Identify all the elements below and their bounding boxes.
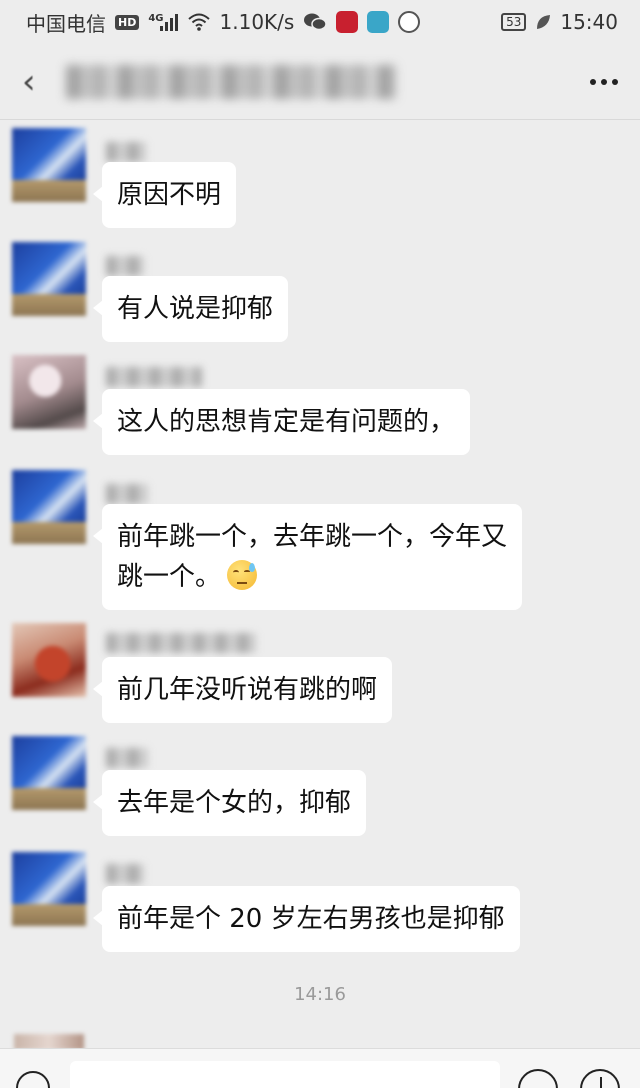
message-text: 这人的思想肯定是有问题的， xyxy=(117,407,456,437)
message-bubble[interactable]: 去年是个女的，抑郁 xyxy=(92,770,367,836)
sender-name-redacted xyxy=(106,633,256,653)
clock: 15:40 xyxy=(560,10,618,34)
message-bubble[interactable]: 前年跳一个，去年跳一个，今年又 跳一个。 xyxy=(92,504,523,610)
status-left: 中国电信 HD 4G 1.10K/s xyxy=(26,8,421,37)
leaf-icon xyxy=(537,15,551,29)
emoji-icon[interactable] xyxy=(518,1069,558,1088)
back-icon[interactable]: ‹ xyxy=(22,62,52,102)
status-right: 53 15:40 xyxy=(501,10,618,34)
message-text: 前几年没听说有跳的啊 xyxy=(117,675,378,705)
message-bubble[interactable]: 这人的思想肯定是有问题的， xyxy=(92,389,471,455)
message-text: 原因不明 xyxy=(117,180,222,210)
sweat-smile-emoji-icon xyxy=(227,560,258,590)
message-timestamp: 14:16 xyxy=(294,984,346,1005)
app-icon xyxy=(367,11,390,33)
message-text: 去年是个女的，抑郁 xyxy=(117,788,352,818)
sender-name-redacted xyxy=(106,484,148,504)
shield-app-icon xyxy=(398,11,421,33)
avatar[interactable] xyxy=(12,736,86,810)
sender-name-redacted xyxy=(106,748,148,768)
network-type: 4G xyxy=(148,13,164,24)
voice-icon[interactable] xyxy=(16,1071,50,1088)
input-bar xyxy=(0,1048,640,1088)
wechat-icon xyxy=(304,13,328,31)
sender-name-redacted xyxy=(106,367,202,387)
battery-icon: 53 xyxy=(501,13,527,31)
avatar[interactable] xyxy=(12,242,86,316)
avatar[interactable] xyxy=(12,852,86,926)
avatar[interactable] xyxy=(12,623,86,697)
more-options-icon[interactable] xyxy=(590,78,618,85)
network-speed: 1.10K/s xyxy=(219,10,295,34)
message-input[interactable] xyxy=(70,1061,500,1088)
message-bubble[interactable]: 前年是个 20 岁左右男孩也是抑郁 xyxy=(93,886,520,952)
message-bubble[interactable]: 有人说是抑郁 xyxy=(92,276,289,342)
message-bubble[interactable]: 原因不明 xyxy=(92,162,237,228)
message-bubble[interactable]: 前几年没听说有跳的啊 xyxy=(92,657,393,723)
wifi-icon xyxy=(187,13,210,31)
carrier-label: 中国电信 xyxy=(26,11,106,36)
sender-name-redacted xyxy=(106,142,146,162)
status-bar: 中国电信 HD 4G 1.10K/s 53 15:40 xyxy=(0,0,640,44)
chat-title-redacted xyxy=(66,64,396,99)
message-text-line2: 跳一个。 xyxy=(117,562,222,592)
huawei-app-icon xyxy=(336,11,359,33)
sender-name-redacted xyxy=(106,256,144,276)
message-text-line1: 前年跳一个，去年跳一个，今年又 xyxy=(117,522,508,552)
sender-name-redacted xyxy=(106,864,144,884)
avatar[interactable] xyxy=(12,128,86,202)
signal-icon: 4G xyxy=(148,13,178,31)
avatar[interactable] xyxy=(12,470,86,544)
chat-header: ‹ xyxy=(0,44,640,120)
hd-badge: HD xyxy=(115,14,140,30)
message-text: 有人说是抑郁 xyxy=(117,294,274,324)
message-text: 前年是个 20 岁左右男孩也是抑郁 xyxy=(117,904,505,934)
avatar[interactable] xyxy=(12,355,86,429)
plus-icon[interactable] xyxy=(580,1069,620,1088)
